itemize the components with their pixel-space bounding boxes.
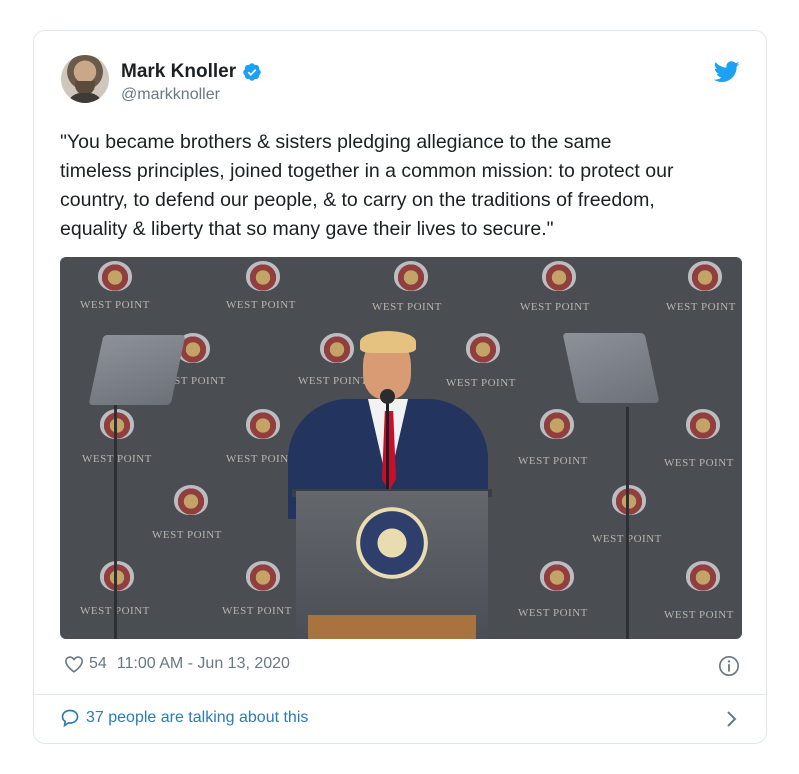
- microphone: [386, 397, 389, 493]
- conversation-link[interactable]: 37 people are talking about this: [60, 708, 308, 728]
- like-button[interactable]: 54: [64, 655, 107, 673]
- tweet-photo[interactable]: WEST POINT WEST POINT WEST POINT WEST PO…: [60, 257, 742, 639]
- like-count: 54: [89, 655, 107, 672]
- conversation-label[interactable]: 37 people are talking about this: [86, 709, 308, 727]
- presidential-seal: [356, 507, 428, 579]
- tweet-meta: 54 11:00 AM - Jun 13, 2020: [64, 655, 290, 673]
- heart-icon: [64, 656, 84, 673]
- info-icon[interactable]: [718, 655, 740, 677]
- speech-bubble-icon: [61, 709, 79, 728]
- twitter-bird-icon[interactable]: [714, 61, 740, 83]
- chevron-right-icon[interactable]: [726, 710, 738, 728]
- teleprompter-left: [114, 403, 117, 639]
- verified-badge-icon: [243, 63, 261, 81]
- teleprompter-right: [626, 407, 629, 639]
- tweet-timestamp[interactable]: 11:00 AM - Jun 13, 2020: [117, 655, 290, 673]
- tweet-card[interactable]: Mark Knoller @markknoller "You became br…: [33, 30, 767, 744]
- divider: [34, 694, 766, 695]
- author-handle[interactable]: @markknoller: [121, 86, 220, 104]
- author-name-row[interactable]: Mark Knoller: [121, 61, 262, 83]
- avatar[interactable]: [61, 55, 109, 103]
- tweet-text: "You became brothers & sisters pledging …: [60, 131, 674, 240]
- author-name[interactable]: Mark Knoller: [121, 61, 236, 83]
